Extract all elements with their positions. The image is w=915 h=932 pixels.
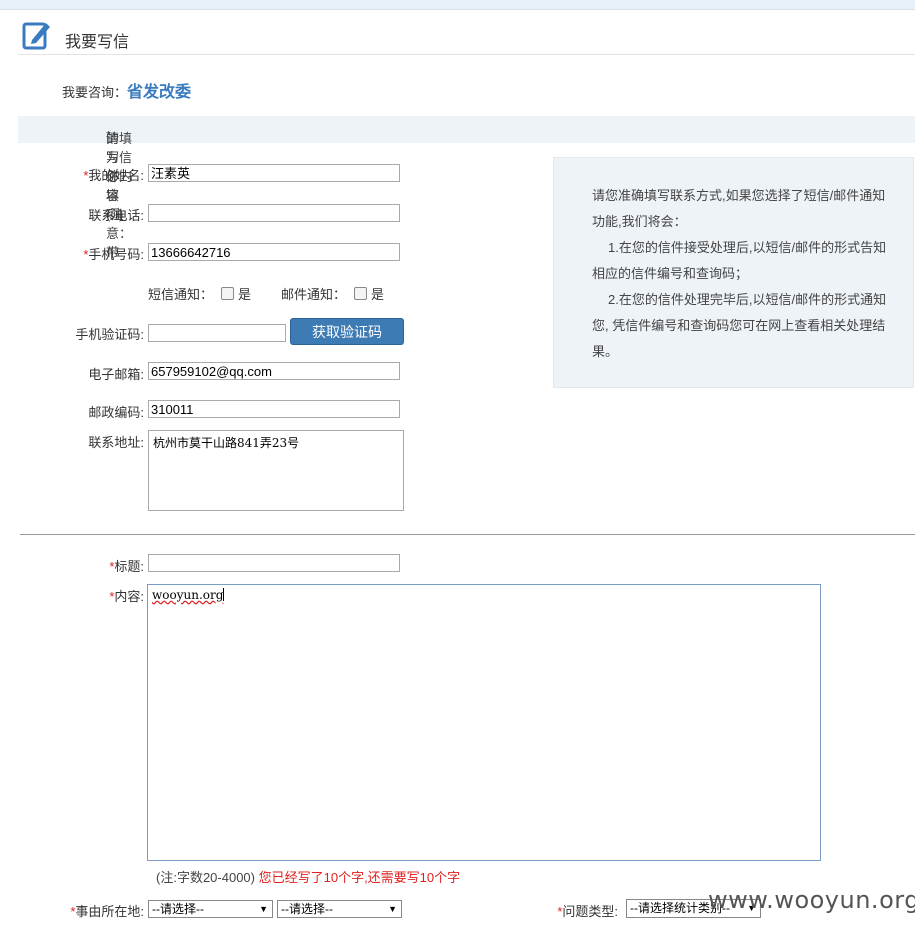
address-label: 联系地址: [88,435,144,450]
email-label: 电子邮箱: [88,367,144,382]
location-label: *事由所在地: [70,904,144,919]
mobile-input[interactable]: 13666642716 [148,243,400,261]
page-title: 我要写信 [65,34,130,51]
sms-checkbox[interactable] [221,287,235,300]
char-count-hint: (注:字数20-4000) 您已经写了10个字,还需要写10个字 [156,870,461,885]
section-divider [20,534,915,535]
email-input[interactable]: 657959102@qq.com [148,362,400,380]
location-select-city[interactable]: --请选择-- ▼ [277,900,402,918]
dropdown-arrow-icon: ▼ [259,904,268,914]
get-code-button[interactable]: 获取验证码 [290,318,404,345]
phone-input[interactable] [148,204,400,222]
info-line-2: 1.在您的信件接受处理后,以短信/邮件的形式告知相应的信件编号和查询码； [592,240,887,281]
phone-label: 联系电话: [88,208,144,223]
content-label: *内容: [109,589,144,604]
sms-notify: 短信通知：是 [148,287,252,302]
title-input[interactable] [148,554,400,572]
location-select-province[interactable]: --请选择-- ▼ [148,900,273,918]
zip-label: 邮政编码: [88,405,144,420]
consult-org: 省发改委 [127,84,192,101]
mail-checkbox[interactable] [354,287,368,300]
mail-notify: 邮件通知：是 [281,287,385,302]
info-panel: 请您准确填写联系方式,如果您选择了短信/邮件通知功能,我们将会： 1.在您的信件… [553,157,914,388]
zip-input[interactable]: 310011 [148,400,400,418]
title-label: *标题: [109,559,144,574]
name-input[interactable]: 汪素英 [148,164,400,182]
code-label: 手机验证码: [75,327,144,342]
notice-bar: 请填写信件内容(注意：带 * 的为必填项) [18,116,915,260]
page-header: 我要写信 [18,18,915,55]
top-bar [0,0,915,10]
code-input[interactable] [148,324,286,342]
info-line-1: 请您准确填写联系方式,如果您选择了短信/邮件通知功能,我们将会： [592,188,886,229]
text-caret [223,588,225,601]
dropdown-arrow-icon: ▼ [388,904,397,914]
address-textarea[interactable]: 杭州市莫干山路841弄23号 [148,430,404,511]
content-textarea[interactable]: wooyun.org [147,584,821,861]
edit-icon [22,22,50,50]
type-label: *问题类型: [557,904,618,919]
name-label: *我的姓名: [83,168,144,183]
mobile-label: *手机号码: [83,247,144,262]
consult-target: 我要咨询：省发改委 [62,78,191,102]
watermark: www.wooyun.org [708,886,915,914]
consult-label: 我要咨询： [62,85,128,100]
info-line-3: 2.在您的信件处理完毕后,以短信/邮件的形式通知您, 凭信件编号和查询码您可在网… [592,292,887,359]
